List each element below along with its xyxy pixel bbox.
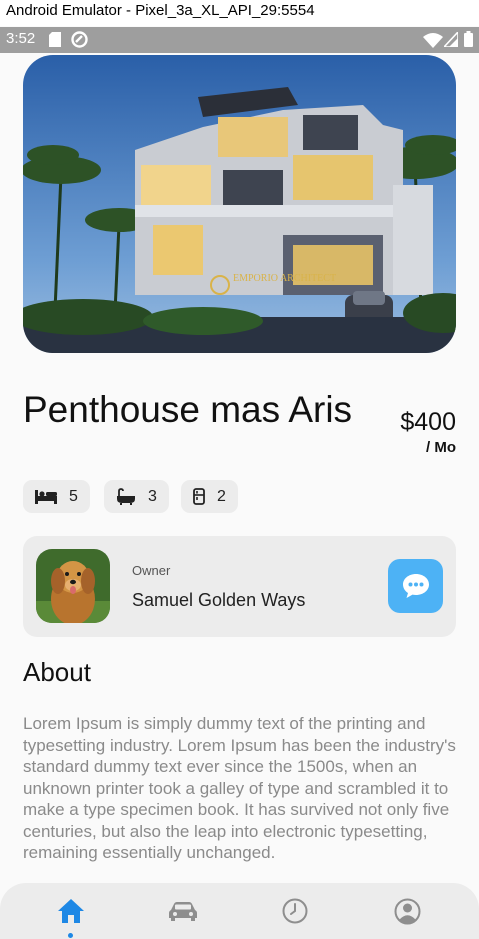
clock-icon <box>282 898 308 924</box>
property-detail-screen: EMPORIO ARCHITECT Penthouse mas Aris $40… <box>0 53 479 939</box>
wifi-icon <box>423 33 443 48</box>
price-period: / Mo <box>426 439 456 456</box>
status-bar: 3:52 <box>0 27 479 53</box>
active-indicator <box>68 933 73 938</box>
car-icon <box>169 902 197 921</box>
bathrooms-count: 3 <box>148 487 157 505</box>
fridges-count: 2 <box>217 487 226 505</box>
fridges-chip: 2 <box>181 480 238 513</box>
chat-bubble-icon <box>402 574 429 598</box>
bedrooms-chip: 5 <box>23 480 90 513</box>
property-price: $400 <box>400 408 456 436</box>
owner-name: Samuel Golden Ways <box>132 590 306 610</box>
nav-cars[interactable] <box>168 896 198 926</box>
about-heading: About <box>23 657 91 687</box>
bed-icon <box>35 489 57 504</box>
nav-profile[interactable] <box>392 896 422 926</box>
sd-card-icon <box>49 32 61 47</box>
bottom-navigation <box>0 883 479 939</box>
status-time: 3:52 <box>6 30 36 47</box>
owner-label: Owner <box>132 563 171 578</box>
sync-icon <box>71 31 88 48</box>
nav-home[interactable] <box>56 896 86 926</box>
bathrooms-chip: 3 <box>104 480 169 513</box>
watermark-text: EMPORIO ARCHITECT <box>233 273 336 284</box>
nav-history[interactable] <box>280 896 310 926</box>
property-image: EMPORIO ARCHITECT <box>23 55 456 353</box>
owner-card: Owner Samuel Golden Ways <box>23 536 456 637</box>
cell-signal-icon <box>444 32 458 47</box>
property-illustration: EMPORIO ARCHITECT <box>23 55 456 353</box>
owner-avatar <box>36 549 110 623</box>
window-title: Android Emulator - Pixel_3a_XL_API_29:55… <box>0 0 479 26</box>
bedrooms-count: 5 <box>69 487 78 505</box>
chat-button[interactable] <box>388 559 443 613</box>
dog-avatar-illustration <box>36 549 110 623</box>
profile-icon <box>394 898 420 924</box>
home-icon <box>58 899 84 923</box>
about-text: Lorem Ipsum is simply dummy text of the … <box>23 714 456 862</box>
property-title: Penthouse mas Aris <box>23 389 353 430</box>
battery-icon <box>464 31 473 47</box>
fridge-icon <box>193 488 205 505</box>
bathtub-icon <box>117 488 135 505</box>
